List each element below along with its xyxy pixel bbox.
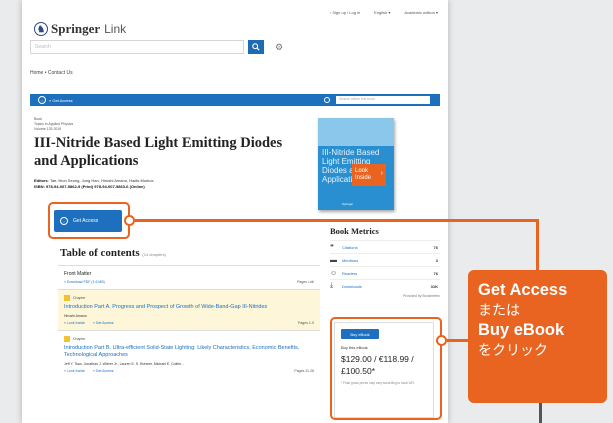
- chapter-get-access-link[interactable]: » Get Access: [93, 369, 114, 373]
- metric-value: 3: [435, 257, 438, 263]
- toc-heading: Table of contents (14 chapters): [60, 247, 166, 259]
- front-matter-row: » Download PDF (1.6 MB) Pages i-xiii: [64, 280, 314, 284]
- search-within-icon: [324, 97, 330, 103]
- metric-value: 76: [433, 270, 438, 276]
- toc-title: Table of contents: [60, 247, 140, 259]
- get-access-highlight: [48, 202, 130, 239]
- editors-label: Editors: [34, 178, 48, 183]
- chapter-tag: Chapter: [64, 295, 314, 301]
- front-matter-title: Front Matter: [64, 271, 92, 277]
- editors-names[interactable]: Tae-Yeon Seong, Jung Han, Hiroshi Amano,…: [50, 178, 154, 183]
- chapter-links: » Look Inside » Get Access Pages 11-26: [64, 369, 314, 373]
- toc-list: Front Matter » Download PDF (1.6 MB) Pag…: [58, 265, 320, 378]
- chapter-tag: Chapter: [64, 336, 314, 342]
- logo-word-link: Link: [104, 22, 127, 36]
- chapter-links: » Look Inside » Get Access Pages 1-9: [64, 321, 314, 325]
- chapter-pages: Pages 1-9: [298, 321, 314, 325]
- look-inside-label: Look Inside: [355, 168, 372, 181]
- breadcrumb[interactable]: Home • Contact Us: [30, 70, 73, 76]
- edition-select[interactable]: Academic edition ▾: [404, 10, 438, 15]
- front-matter: Front Matter » Download PDF (1.6 MB) Pag…: [58, 265, 320, 289]
- downloads-icon: ⤓: [330, 282, 334, 289]
- metrics-heading: Book Metrics: [330, 226, 379, 236]
- bar-get-access-label: » Get Access: [49, 97, 73, 103]
- readers-icon: ☺: [330, 269, 338, 277]
- chapter-look-inside-link[interactable]: » Look Inside: [64, 321, 85, 325]
- chapter-tag-label: Chapter: [73, 296, 86, 300]
- download-pdf-link[interactable]: » Download PDF (1.6 MB): [64, 280, 105, 284]
- chapter-title[interactable]: Introduction Part A. Progress and Prospe…: [64, 304, 314, 311]
- metric-value: 76: [433, 244, 438, 250]
- chapter-authors: Hiroshi Amano: [64, 314, 87, 318]
- search-input[interactable]: Search: [30, 40, 244, 54]
- book-volume: Volume 133 2019: [34, 127, 62, 131]
- search-button[interactable]: [248, 40, 264, 54]
- callout-click: をクリック: [478, 342, 548, 358]
- chapter-look-inside-link[interactable]: » Look Inside: [64, 369, 85, 373]
- cover-publisher: Springer: [342, 202, 354, 206]
- chapter-tag-label: Chapter: [73, 337, 86, 341]
- language-select[interactable]: English ▾: [374, 10, 390, 15]
- springer-link-logo[interactable]: ♞ Springer Link: [34, 21, 126, 37]
- metric-row-citations[interactable]: ❝ Citations 76: [330, 240, 440, 253]
- metric-value: 31K: [430, 283, 438, 289]
- logo-word-springer: Springer: [51, 21, 101, 36]
- toc-count: (14 chapters): [142, 252, 166, 257]
- chapter-square-icon: [64, 295, 70, 301]
- citations-icon: ❝: [330, 244, 334, 251]
- mentions-icon: ▬: [330, 256, 337, 264]
- chapter-title[interactable]: Introduction Part B. Ultra-efficient Sol…: [64, 345, 314, 359]
- arrow-circle-icon: ›: [38, 96, 46, 104]
- toc-chapter: Chapter Introduction Part B. Ultra-effic…: [58, 330, 320, 378]
- provided-by: Provided by Bookmetrix: [403, 294, 440, 298]
- connector-line-horizontal: [135, 219, 538, 222]
- blue-action-bar: › » Get Access Search within this book: [30, 94, 440, 106]
- springer-horse-icon: ♞: [34, 22, 48, 36]
- metric-label: Readers: [342, 270, 358, 276]
- toc-chapter: Chapter Introduction Part A. Progress an…: [58, 289, 320, 330]
- callout-stem: [539, 403, 542, 423]
- top-links: › Sign up / Log in English ▾ Academic ed…: [330, 10, 438, 15]
- search-icon: [252, 43, 260, 51]
- book-meta: Book Topics in Applied Physics Volume 13…: [34, 117, 73, 132]
- chapter-get-access-link[interactable]: » Get Access: [93, 321, 114, 325]
- metric-label: Mentions: [342, 257, 359, 263]
- metric-row-downloads[interactable]: ⤓ Downloads 31K: [330, 279, 440, 292]
- get-access-connector-knob: [124, 215, 135, 226]
- connector-line-vertical: [536, 219, 539, 271]
- search-within-input[interactable]: Search within this book: [336, 96, 430, 104]
- isbn-text: ISBN: 978-94-007-5862-9 (Print) 978-94-0…: [34, 184, 145, 189]
- book-metrics: Book Metrics ❝ Citations 76 ▬ Mentions 3…: [330, 226, 440, 298]
- chapter-authors: Jeff Y. Tsao, Jonathan J. Wierer Jr., La…: [64, 362, 185, 366]
- chevron-right-icon: ›: [380, 170, 383, 177]
- cover-light-band: [318, 118, 394, 146]
- metric-row-readers[interactable]: ☺ Readers 76: [330, 266, 440, 279]
- metric-label: Citations: [342, 244, 358, 250]
- metric-row-mentions[interactable]: ▬ Mentions 3: [330, 253, 440, 266]
- connector-line-short: [447, 339, 469, 342]
- instruction-callout: Get Access または Buy eBook をクリック: [468, 270, 607, 403]
- metric-label: Downloads: [342, 283, 362, 289]
- callout-get-access: Get Access: [478, 281, 568, 299]
- buy-ebook-highlight: [330, 317, 442, 420]
- callout-or: または: [478, 302, 520, 318]
- signup-login-link[interactable]: › Sign up / Log in: [330, 10, 360, 15]
- book-title: III-Nitride Based Light Emitting Diodes …: [34, 135, 283, 169]
- chapter-square-icon: [64, 336, 70, 342]
- gear-icon[interactable]: ⚙: [272, 40, 286, 54]
- callout-buy-ebook: Buy eBook: [478, 321, 565, 339]
- bar-get-access[interactable]: › » Get Access: [38, 96, 73, 104]
- site-header: ♞ Springer Link › Sign up / Log in Engli…: [22, 0, 448, 86]
- look-inside-button[interactable]: Look Inside ›: [352, 164, 386, 186]
- front-pages: Pages i-xiii: [297, 280, 314, 284]
- chapter-pages: Pages 11-26: [294, 369, 314, 373]
- buy-ebook-connector-knob: [436, 335, 447, 346]
- book-editors: Editors: Tae-Yeon Seong, Jung Han, Hiros…: [34, 178, 154, 189]
